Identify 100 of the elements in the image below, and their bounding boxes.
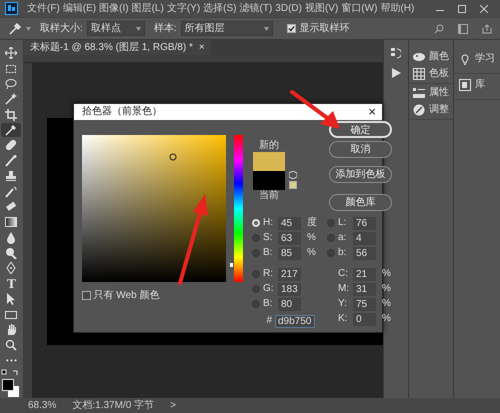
- menu-item[interactable]: 滤镜(T): [238, 2, 274, 14]
- input-field[interactable]: 21: [353, 268, 376, 281]
- field-label: C:: [338, 268, 349, 280]
- crop-icon[interactable]: [5, 108, 18, 121]
- close-icon[interactable]: [480, 4, 488, 12]
- panel-label[interactable]: 库: [475, 79, 485, 91]
- marquee-icon[interactable]: [5, 62, 18, 75]
- drop-icon[interactable]: [5, 232, 18, 244]
- grid-icon[interactable]: [413, 68, 425, 80]
- lasso-icon[interactable]: [5, 78, 18, 90]
- menu-item[interactable]: 文件(F): [26, 2, 61, 14]
- input-field[interactable]: 31: [353, 282, 376, 296]
- input-field[interactable]: 85: [278, 246, 301, 260]
- maximize-icon[interactable]: [458, 4, 466, 12]
- history-brush-icon[interactable]: [5, 186, 18, 198]
- adjustment-icon[interactable]: [413, 104, 425, 116]
- input-field[interactable]: 80: [278, 298, 301, 311]
- properties-icon[interactable]: [413, 87, 425, 99]
- tab-close-button[interactable]: ×: [198, 42, 205, 54]
- lightbulb-icon[interactable]: [459, 53, 471, 65]
- eyedropper-icon[interactable]: [5, 124, 18, 136]
- field-label: L:: [338, 217, 348, 230]
- sample-label: 样本:: [154, 22, 177, 34]
- radio-button[interactable]: [252, 300, 260, 308]
- dialog-button[interactable]: 取消: [329, 140, 392, 158]
- share-icon[interactable]: [482, 24, 492, 34]
- menu-item[interactable]: 图层(L): [130, 2, 165, 14]
- bandage-icon[interactable]: [5, 139, 18, 152]
- menu-item[interactable]: 3D(D): [274, 2, 303, 14]
- palette-icon[interactable]: [413, 51, 425, 63]
- input-field[interactable]: 183: [278, 282, 301, 296]
- menu-item[interactable]: 视图(V): [304, 2, 340, 14]
- gradient-icon[interactable]: [5, 216, 18, 228]
- swatch-icon[interactable]: [289, 181, 297, 190]
- hex-field[interactable]: d9b750: [275, 314, 315, 328]
- radio-button[interactable]: [252, 270, 260, 278]
- pen-icon[interactable]: [5, 262, 18, 274]
- radio-button[interactable]: [252, 234, 260, 242]
- panel-label[interactable]: 色板: [429, 68, 449, 80]
- rectangle-icon[interactable]: [5, 308, 18, 321]
- eyedropper-icon[interactable]: [8, 22, 22, 36]
- radio-button[interactable]: [327, 234, 335, 242]
- menu-item[interactable]: 文字(Y): [166, 2, 202, 14]
- color-swatches-icon[interactable]: [1, 378, 22, 398]
- dialog-button[interactable]: 确定: [329, 120, 392, 138]
- workspace-icon[interactable]: [458, 24, 468, 34]
- type-tool[interactable]: T: [6, 276, 16, 292]
- sample-size-dropdown[interactable]: 取样点: [86, 21, 145, 36]
- radio-button[interactable]: [252, 285, 260, 294]
- input-field[interactable]: 0: [353, 312, 376, 326]
- dodge-icon[interactable]: [5, 247, 18, 260]
- zoom-icon[interactable]: [5, 339, 18, 352]
- expand-arrow[interactable]: >: [170, 400, 176, 412]
- input-field[interactable]: 56: [353, 246, 376, 260]
- document-tab[interactable]: 未标题-1 @ 68.3% (图层 1, RGB/8) * ×: [24, 40, 211, 55]
- panel-label[interactable]: 属性: [429, 87, 449, 99]
- caret-icon[interactable]: [26, 26, 31, 30]
- panel-label[interactable]: 调整: [429, 104, 449, 116]
- input-field[interactable]: 45: [278, 216, 301, 230]
- menu-item[interactable]: 帮助(H): [379, 2, 416, 14]
- dialog-button[interactable]: 颜色库: [329, 194, 392, 211]
- pointer-icon[interactable]: [5, 293, 18, 306]
- checkbox[interactable]: [82, 291, 91, 300]
- input-field[interactable]: 217: [278, 268, 301, 281]
- checkbox[interactable]: [286, 24, 296, 33]
- menu-item[interactable]: 编辑(E): [62, 2, 98, 14]
- caret-icon: [264, 26, 269, 30]
- panel-label[interactable]: 学习: [475, 53, 495, 65]
- sample-dropdown[interactable]: 所有图层: [180, 21, 273, 36]
- menu-item[interactable]: 图像(I): [98, 2, 130, 14]
- stamp-icon[interactable]: [5, 170, 18, 182]
- hue-marker[interactable]: [230, 263, 233, 268]
- history-icon[interactable]: [391, 48, 402, 60]
- dialog-button[interactable]: 添加到色板: [329, 166, 392, 183]
- menu-item[interactable]: 窗口(W): [340, 2, 378, 14]
- unit-label: %: [382, 298, 392, 310]
- radio-button[interactable]: [252, 249, 260, 258]
- magic-wand-icon[interactable]: [5, 93, 18, 106]
- input-field[interactable]: 63: [278, 232, 301, 245]
- input-field[interactable]: 76: [353, 216, 376, 230]
- radio-button[interactable]: [327, 219, 335, 228]
- menu-item[interactable]: 选择(S): [202, 2, 238, 14]
- library-icon[interactable]: [459, 79, 471, 91]
- field-label: R:: [263, 268, 274, 280]
- color-marker[interactable]: [169, 153, 176, 160]
- hand-icon[interactable]: [5, 324, 18, 336]
- brush-icon[interactable]: [5, 154, 18, 167]
- unit-label: %: [307, 247, 317, 260]
- move-icon[interactable]: [5, 47, 18, 60]
- cube-icon[interactable]: [289, 170, 297, 179]
- panel-label[interactable]: 颜色: [429, 51, 449, 63]
- input-field[interactable]: 75: [353, 298, 376, 311]
- field-label: M:: [338, 283, 350, 296]
- field-label: B:: [263, 247, 274, 260]
- search-icon[interactable]: [434, 24, 444, 34]
- input-field[interactable]: 4: [353, 232, 376, 245]
- color-field[interactable]: [82, 134, 226, 282]
- close-button[interactable]: ×: [368, 104, 376, 120]
- radio-button[interactable]: [327, 249, 335, 258]
- play-icon[interactable]: [392, 68, 401, 78]
